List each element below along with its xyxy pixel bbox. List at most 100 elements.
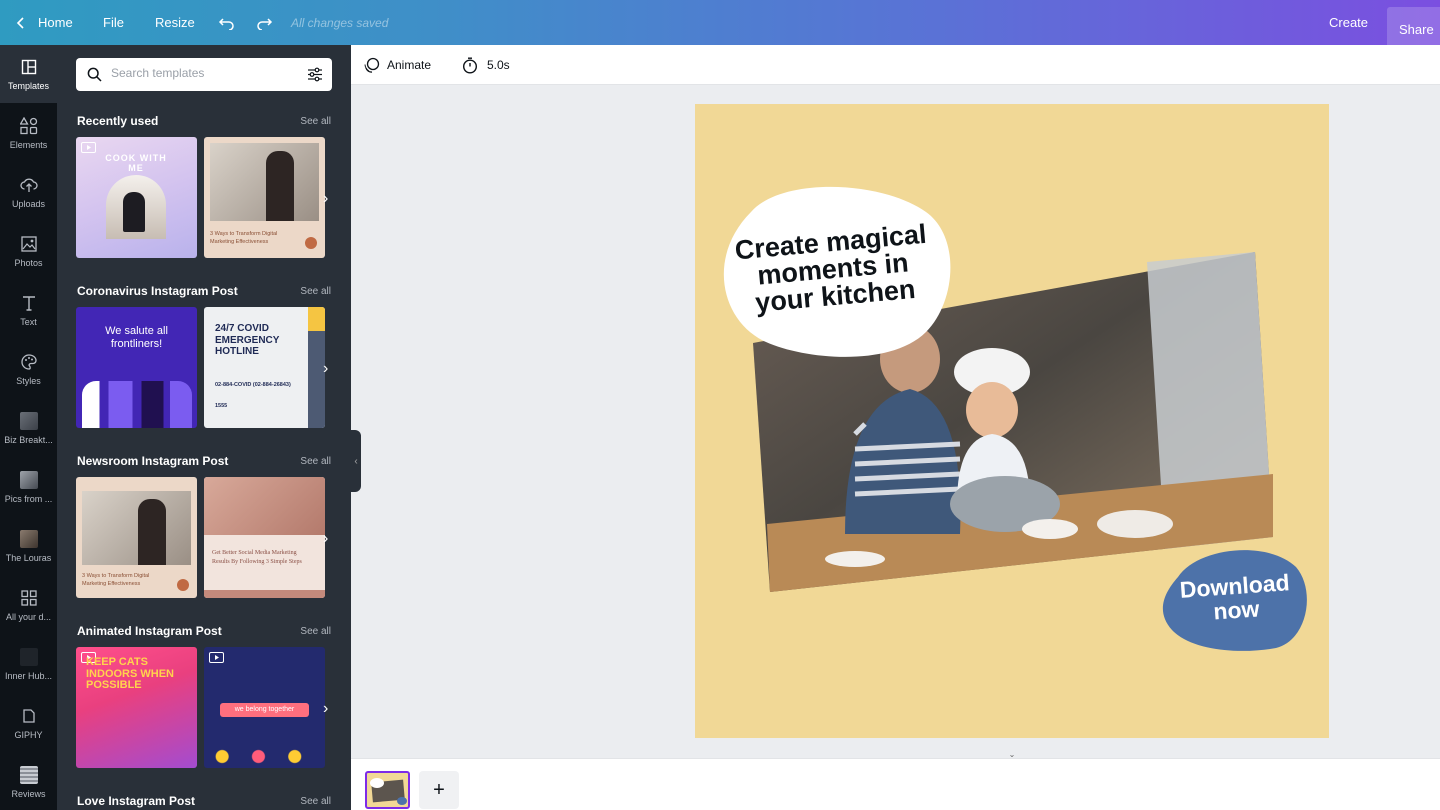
save-status: All changes saved: [291, 15, 389, 30]
home-button[interactable]: Home: [16, 0, 73, 45]
rail-item-biz-breakthrough[interactable]: Biz Breakt...: [0, 399, 57, 457]
thumb-arrow-badge: [177, 579, 189, 591]
design-canvas[interactable]: Create magical moments in your kitchen D…: [695, 104, 1329, 738]
undo-icon: [218, 17, 234, 30]
section-title: Recently used: [77, 114, 159, 128]
duration-button[interactable]: 5.0s: [462, 45, 510, 85]
templates-panel: Recently used See all COOK WITH ME 3 Way…: [57, 45, 351, 810]
template-thumb[interactable]: we belong together: [204, 647, 325, 768]
duration-label: 5.0s: [487, 58, 510, 72]
animate-label: Animate: [387, 58, 432, 72]
left-rail: Templates Elements Uploads Photos Text S…: [0, 45, 57, 810]
carousel-next-arrow[interactable]: ›: [323, 360, 335, 377]
thumb-footer: [204, 590, 325, 598]
thumb-figure: [123, 192, 145, 232]
reviews-icon: [19, 765, 38, 784]
rail-item-uploads[interactable]: Uploads: [0, 163, 57, 221]
section-title: Coronavirus Instagram Post: [77, 284, 238, 298]
thumb-photo: [204, 477, 325, 535]
rail-label: Inner Hub...: [4, 670, 53, 681]
palette-icon: [20, 353, 38, 371]
video-icon: [81, 142, 96, 153]
thumb-heading: 24/7 COVID EMERGENCY HOTLINE: [215, 323, 280, 357]
thumb-figure: [138, 499, 166, 565]
photos-icon: [20, 235, 38, 253]
redo-icon: [257, 17, 273, 30]
filter-sliders-icon[interactable]: [307, 67, 323, 82]
template-thumb[interactable]: Get Better Social Media Marketing Result…: [204, 477, 325, 598]
template-thumb[interactable]: We salute all frontliners!: [76, 307, 197, 428]
rail-item-giphy[interactable]: GIPHY: [0, 694, 57, 752]
template-thumb[interactable]: 3 Ways to Transform Digital Marketing Ef…: [204, 137, 325, 258]
carousel-next-arrow[interactable]: ›: [323, 700, 335, 717]
rail-label: The Louras: [5, 552, 52, 563]
rail-item-the-louras[interactable]: The Louras: [0, 517, 57, 575]
page-thumb-cta: [397, 797, 407, 805]
pages-bar: +: [351, 758, 1440, 810]
rail-label: Biz Breakt...: [4, 434, 53, 445]
rail-label: Templates: [7, 80, 50, 91]
editor-toolbar: Animate 5.0s: [351, 45, 1440, 85]
section-title: Love Instagram Post: [77, 794, 196, 808]
see-all-link[interactable]: See all: [300, 116, 331, 127]
template-thumb[interactable]: KEEP CATS INDOORS WHEN POSSIBLE: [76, 647, 197, 768]
grid-icon: [20, 589, 38, 607]
carousel-next-arrow[interactable]: ›: [323, 530, 335, 547]
rail-item-elements[interactable]: Elements: [0, 104, 57, 162]
cta-text[interactable]: Download now: [1161, 569, 1309, 627]
thumb-caption: 3 Ways to Transform Digital Marketing Ef…: [210, 231, 278, 245]
folder-thumb-icon: [19, 411, 38, 430]
see-all-link[interactable]: See all: [300, 456, 331, 467]
collapse-panel-button[interactable]: ‹: [351, 430, 361, 492]
timer-icon: [462, 57, 478, 74]
rail-label: Styles: [16, 375, 41, 386]
rail-item-photos[interactable]: Photos: [0, 222, 57, 280]
folder-thumb-icon: [19, 647, 38, 666]
thumb-heading: KEEP CATS INDOORS WHEN POSSIBLE: [86, 656, 174, 692]
thumb-number-alt: 1555: [215, 403, 228, 409]
create-button[interactable]: Create: [1329, 0, 1368, 45]
plus-icon: +: [433, 778, 445, 801]
rail-item-inner-hub[interactable]: Inner Hub...: [0, 635, 57, 693]
thumb-photo: [82, 491, 191, 565]
rail-label: Uploads: [11, 198, 46, 209]
animate-icon: [364, 57, 380, 73]
resize-button[interactable]: Resize: [155, 0, 195, 45]
chevron-left-icon: [16, 16, 24, 29]
undo-button[interactable]: [218, 0, 236, 45]
search-box: [76, 58, 332, 91]
carousel-next-arrow[interactable]: ›: [323, 190, 335, 207]
see-all-link[interactable]: See all: [300, 796, 331, 807]
see-all-link[interactable]: See all: [300, 626, 331, 637]
video-icon: [209, 652, 224, 663]
add-page-button[interactable]: +: [419, 771, 459, 809]
rail-label: All your d...: [5, 611, 52, 622]
redo-button[interactable]: [255, 0, 273, 45]
thumb-emojis: [204, 745, 325, 768]
page-thumbnail[interactable]: [365, 771, 410, 809]
rail-item-templates[interactable]: Templates: [0, 45, 57, 103]
section-title: Animated Instagram Post: [77, 624, 222, 638]
rail-item-pics-from[interactable]: Pics from ...: [0, 458, 57, 516]
thumb-photo: [210, 143, 319, 221]
thumb-pill: we belong together: [220, 703, 309, 717]
giphy-icon: [20, 707, 38, 725]
animate-button[interactable]: Animate: [363, 45, 431, 85]
thumb-figure: [266, 151, 294, 221]
rail-label: Reviews: [11, 788, 46, 799]
rail-item-text[interactable]: Text: [0, 281, 57, 339]
text-icon: [20, 294, 38, 312]
elements-icon: [19, 116, 38, 135]
rail-item-reviews[interactable]: Reviews: [0, 753, 57, 810]
rail-label: Text: [20, 316, 37, 327]
rail-item-all-your-designs[interactable]: All your d...: [0, 576, 57, 634]
template-thumb[interactable]: 24/7 COVID EMERGENCY HOTLINE 02-884-COVI…: [204, 307, 325, 428]
search-input[interactable]: [111, 66, 291, 80]
thumb-arrow-badge: [305, 237, 317, 249]
see-all-link[interactable]: See all: [300, 286, 331, 297]
template-thumb[interactable]: COOK WITH ME: [76, 137, 197, 258]
templates-icon: [20, 58, 38, 76]
rail-item-styles[interactable]: Styles: [0, 340, 57, 398]
file-menu-button[interactable]: File: [103, 0, 124, 45]
template-thumb[interactable]: 3 Ways to Transform Digital Marketing Ef…: [76, 477, 197, 598]
